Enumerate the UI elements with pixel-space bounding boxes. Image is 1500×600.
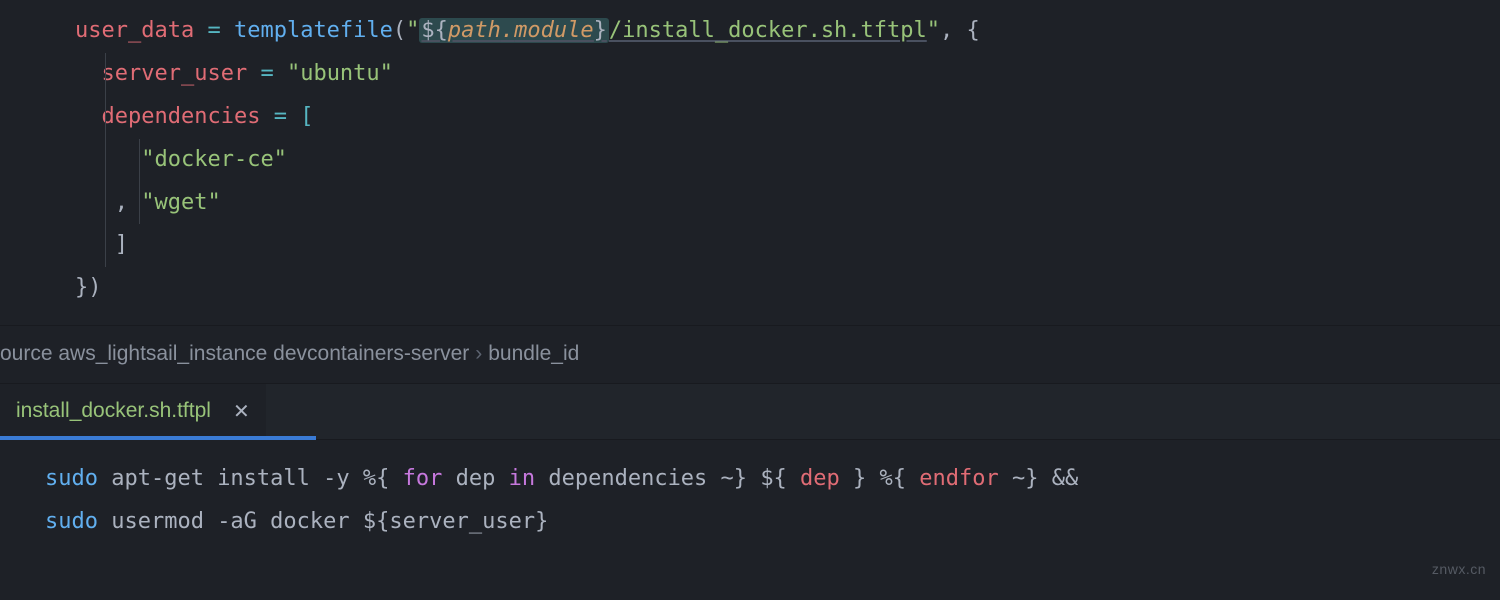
tab-install-docker[interactable]: install_docker.sh.tftpl ✕	[0, 384, 266, 439]
code-line[interactable]: "docker-ce"	[0, 139, 1500, 182]
code-line[interactable]: user_data = templatefile("${path.module}…	[0, 10, 1500, 53]
breadcrumb-segment[interactable]: ource aws_lightsail_instance devcontaine…	[0, 342, 469, 365]
code-line[interactable]: dependencies = [	[0, 96, 1500, 139]
code-line[interactable]: , "wget"	[0, 182, 1500, 225]
tab-bar: install_docker.sh.tftpl ✕	[0, 384, 1500, 440]
breadcrumb[interactable]: ource aws_lightsail_instance devcontaine…	[0, 325, 1500, 384]
watermark: znwx.cn	[1432, 556, 1486, 583]
top-editor-pane[interactable]: user_data = templatefile("${path.module}…	[0, 0, 1500, 325]
code-line[interactable]: sudo usermod -aG docker ${server_user}	[45, 501, 1500, 544]
code-line[interactable]: server_user = "ubuntu"	[0, 53, 1500, 96]
token-key: user_data	[75, 18, 194, 43]
chevron-right-icon: ›	[469, 342, 488, 365]
tab-label: install_docker.sh.tftpl	[16, 391, 211, 432]
code-line[interactable]: sudo apt-get install -y %{ for dep in de…	[45, 458, 1500, 501]
close-icon[interactable]: ✕	[233, 402, 250, 422]
breadcrumb-segment[interactable]: bundle_id	[488, 342, 579, 365]
bottom-editor-pane[interactable]: sudo apt-get install -y %{ for dep in de…	[0, 440, 1500, 544]
code-line[interactable]: ]	[0, 224, 1500, 267]
active-tab-indicator	[0, 436, 316, 440]
code-line[interactable]: })	[0, 267, 1500, 310]
